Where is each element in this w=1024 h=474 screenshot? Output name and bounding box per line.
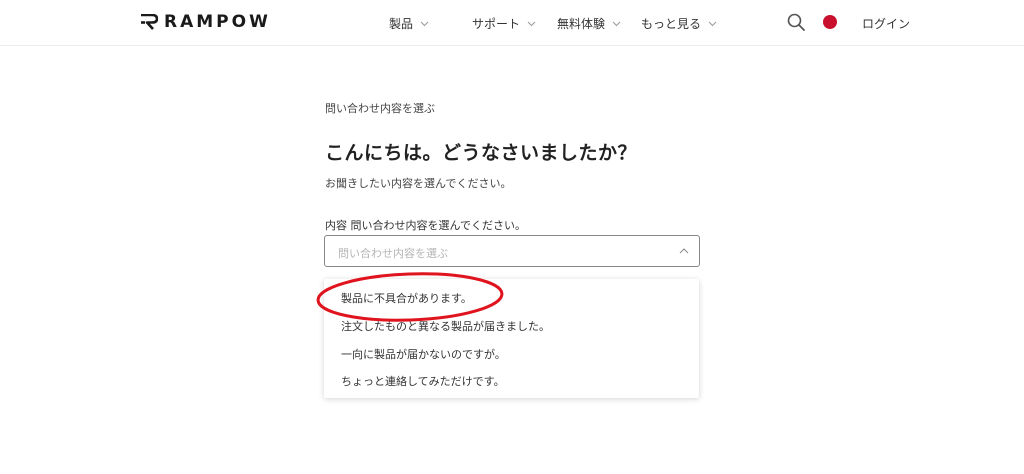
- breadcrumb: 問い合わせ内容を選ぶ: [325, 102, 435, 115]
- login-link[interactable]: ログイン: [862, 15, 910, 32]
- chevron-down-icon: [527, 21, 536, 26]
- japan-flag-icon[interactable]: [823, 15, 837, 29]
- inquiry-dropdown-menu: 製品に不具合があります。 注文したものと異なる製品が届きました。 一向に製品が届…: [324, 279, 699, 398]
- inquiry-select[interactable]: 問い合わせ内容を選ぶ: [324, 235, 700, 267]
- chevron-up-icon: [679, 248, 689, 254]
- select-placeholder: 問い合わせ内容を選ぶ: [338, 247, 448, 260]
- page-subtitle: お聞きしたい内容を選んでください。: [325, 177, 512, 190]
- nav-support-label: サポート: [472, 17, 521, 31]
- search-icon[interactable]: [787, 13, 805, 31]
- nav-products-label: 製品: [389, 17, 414, 31]
- chevron-down-icon: [612, 21, 621, 26]
- chevron-down-icon: [420, 21, 429, 26]
- nav-more-label: もっと見る: [641, 17, 702, 31]
- nav-free-trial[interactable]: 無料体験: [557, 15, 621, 32]
- option-product-defect[interactable]: 製品に不具合があります。: [341, 290, 472, 306]
- inquiry-field-label: 内容 問い合わせ内容を選んでください。: [325, 219, 526, 232]
- nav-more[interactable]: もっと見る: [641, 15, 717, 32]
- option-not-delivered[interactable]: 一向に製品が届かないのですが。: [341, 346, 506, 362]
- nav-support[interactable]: サポート: [472, 15, 536, 32]
- rampow-logo-icon: [141, 14, 158, 30]
- rampow-logo[interactable]: RAMPOW: [140, 11, 271, 33]
- option-wrong-item[interactable]: 注文したものと異なる製品が届きました。: [341, 318, 550, 334]
- nav-products[interactable]: 製品: [389, 15, 429, 32]
- logo-text: RAMPOW: [164, 12, 271, 32]
- option-just-contacting[interactable]: ちょっと連絡してみただけです。: [341, 373, 505, 389]
- site-header: RAMPOW 製品 サポート 無料体験 もっと見る ログイン: [0, 0, 1024, 46]
- chevron-down-icon: [708, 21, 717, 26]
- page-title: こんにちは。どうなさいましたか？: [325, 142, 638, 164]
- nav-free-trial-label: 無料体験: [557, 17, 606, 31]
